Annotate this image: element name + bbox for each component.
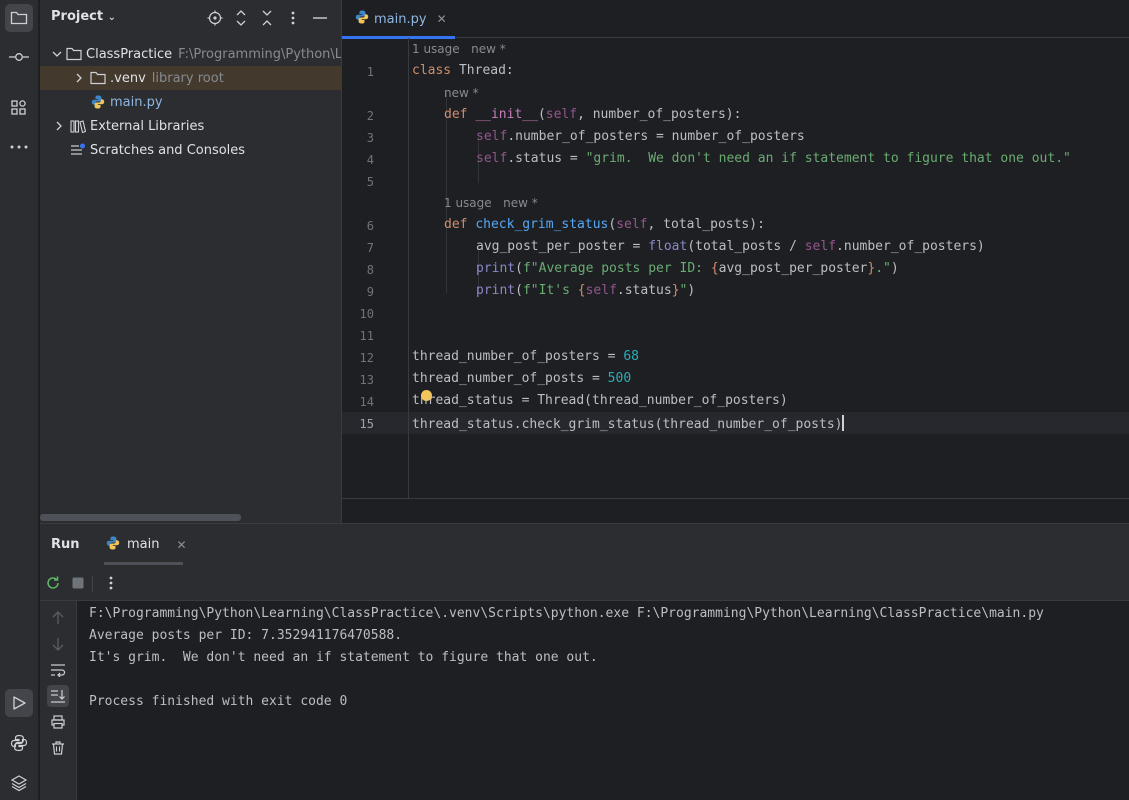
line-number: 3 <box>366 131 374 145</box>
line-number: 4 <box>366 153 374 167</box>
tree-item-venv[interactable]: .venv library root <box>40 66 341 90</box>
tree-item-main-py[interactable]: main.py <box>40 90 341 114</box>
rerun-icon[interactable] <box>44 574 62 592</box>
line-number: 15 <box>359 417 374 431</box>
tree-item-classpractice[interactable]: ClassPractice F:\Programming\Python\Lear… <box>40 42 341 66</box>
stop-icon[interactable] <box>69 574 87 592</box>
run-tool-icon[interactable] <box>5 689 33 717</box>
run-tab-main[interactable]: main ✕ <box>98 524 187 565</box>
code-line-14: thread_status = Thread(thread_number_of_… <box>412 393 788 408</box>
code-line-6: def check_grim_status(self, total_posts)… <box>444 217 765 232</box>
library-icon <box>70 118 86 134</box>
tab-main-py[interactable]: main.py ✕ <box>342 0 455 39</box>
hide-panel-icon[interactable] <box>311 9 329 27</box>
indent-guide <box>446 93 447 293</box>
arrow-down-icon[interactable] <box>47 633 69 655</box>
project-panel: Project ⌄ ClassPractice F:\Programming\P… <box>40 0 341 523</box>
toolbar-divider <box>92 576 93 592</box>
python-console-icon[interactable] <box>5 729 33 757</box>
code-area[interactable]: 1 usage new * new * 1 usage new * 1 2 3 … <box>342 38 1129 498</box>
line-number: 8 <box>366 263 374 277</box>
console-line: Average posts per ID: 7.352941176470588. <box>89 628 403 643</box>
run-panel: Run main ✕ F:\Programming\Python\Learnin… <box>40 523 1129 800</box>
code-line-15: thread_status.check_grim_status(thread_n… <box>412 415 845 432</box>
line-number: 7 <box>366 241 374 255</box>
chevron-down-icon[interactable]: ⌄ <box>108 12 116 23</box>
editor-bottom-border <box>342 498 1129 523</box>
project-title[interactable]: Project ⌄ <box>51 9 116 24</box>
chevron-down-icon[interactable] <box>52 47 62 61</box>
run-title[interactable]: Run <box>51 537 80 552</box>
editor-tab-bar: main.py ✕ <box>342 0 1129 39</box>
trash-icon[interactable] <box>47 737 69 759</box>
chevron-right-icon[interactable] <box>52 119 66 133</box>
horizontal-scrollbar[interactable] <box>40 514 241 521</box>
project-view-icon[interactable] <box>5 4 33 32</box>
lightbulb-icon[interactable] <box>421 390 432 401</box>
arrow-up-icon[interactable] <box>47 607 69 629</box>
tool-window-strip <box>0 0 39 800</box>
line-number: 9 <box>366 285 374 299</box>
line-number: 2 <box>366 109 374 123</box>
code-line-9: print(f"It's {self.status}") <box>476 283 696 298</box>
console-line: It's grim. We don't need an if statement… <box>89 650 598 665</box>
services-icon[interactable] <box>5 769 33 797</box>
line-number: 5 <box>366 175 374 189</box>
code-line-1: class Thread: <box>412 63 514 78</box>
console-output[interactable]: F:\Programming\Python\Learning\ClassPrac… <box>89 603 1044 713</box>
code-line-8: print(f"Average posts per ID: {avg_post_… <box>476 261 899 276</box>
locate-icon[interactable] <box>206 9 224 27</box>
line-number: 11 <box>359 329 374 343</box>
options-icon[interactable] <box>284 9 302 27</box>
line-number: 6 <box>366 219 374 233</box>
code-line-12: thread_number_of_posters = 68 <box>412 349 639 364</box>
code-line-7: avg_post_per_poster = float(total_posts … <box>476 239 985 254</box>
line-number: 13 <box>359 373 374 387</box>
code-line-4: self.status = "grim. We don't need an if… <box>476 151 1071 166</box>
run-tab-label: main <box>127 537 160 552</box>
editor-panel: main.py ✕ 1 usage new * new * 1 usage ne… <box>341 0 1129 523</box>
tab-label: main.py <box>374 11 427 27</box>
run-toolbar <box>40 565 1129 601</box>
scratches-icon <box>70 142 86 158</box>
line-number: 14 <box>359 395 374 409</box>
code-line-13: thread_number_of_posts = 500 <box>412 371 632 386</box>
text-caret <box>842 415 845 431</box>
python-file-icon <box>90 94 106 110</box>
code-line-3: self.number_of_posters = number_of_poste… <box>476 129 805 144</box>
close-icon[interactable]: ✕ <box>176 538 186 552</box>
expand-all-icon[interactable] <box>232 9 250 27</box>
tree-item-scratches[interactable]: Scratches and Consoles <box>40 138 341 162</box>
code-line-2: def __init__(self, number_of_posters): <box>444 107 742 122</box>
collapse-all-icon[interactable] <box>258 9 276 27</box>
scroll-to-end-icon[interactable] <box>47 685 69 707</box>
line-number: 1 <box>366 65 374 79</box>
print-icon[interactable] <box>47 711 69 733</box>
folder-icon <box>66 46 82 62</box>
chevron-right-icon[interactable] <box>72 71 86 85</box>
line-number: 10 <box>359 307 374 321</box>
soft-wrap-icon[interactable] <box>47 659 69 681</box>
more-options-icon[interactable] <box>102 574 120 592</box>
close-icon[interactable]: ✕ <box>437 12 447 26</box>
tree-item-external-libraries[interactable]: External Libraries <box>40 114 341 138</box>
commit-icon[interactable] <box>5 43 33 71</box>
python-file-icon <box>355 10 369 28</box>
line-number: 12 <box>359 351 374 365</box>
structure-icon[interactable] <box>5 94 33 122</box>
run-side-toolbar <box>40 601 77 800</box>
console-line: F:\Programming\Python\Learning\ClassPrac… <box>89 606 1044 621</box>
project-panel-header: Project ⌄ <box>40 0 341 36</box>
more-tools-icon[interactable] <box>5 133 33 161</box>
python-file-icon <box>106 536 120 554</box>
console-line: Process finished with exit code 0 <box>89 694 348 709</box>
usage-hint[interactable]: 1 usage new * <box>444 196 538 210</box>
usage-hint[interactable]: 1 usage new * <box>412 42 506 56</box>
run-panel-header: Run main ✕ <box>40 524 1129 565</box>
author-hint[interactable]: new * <box>444 86 479 100</box>
folder-icon <box>90 70 106 86</box>
